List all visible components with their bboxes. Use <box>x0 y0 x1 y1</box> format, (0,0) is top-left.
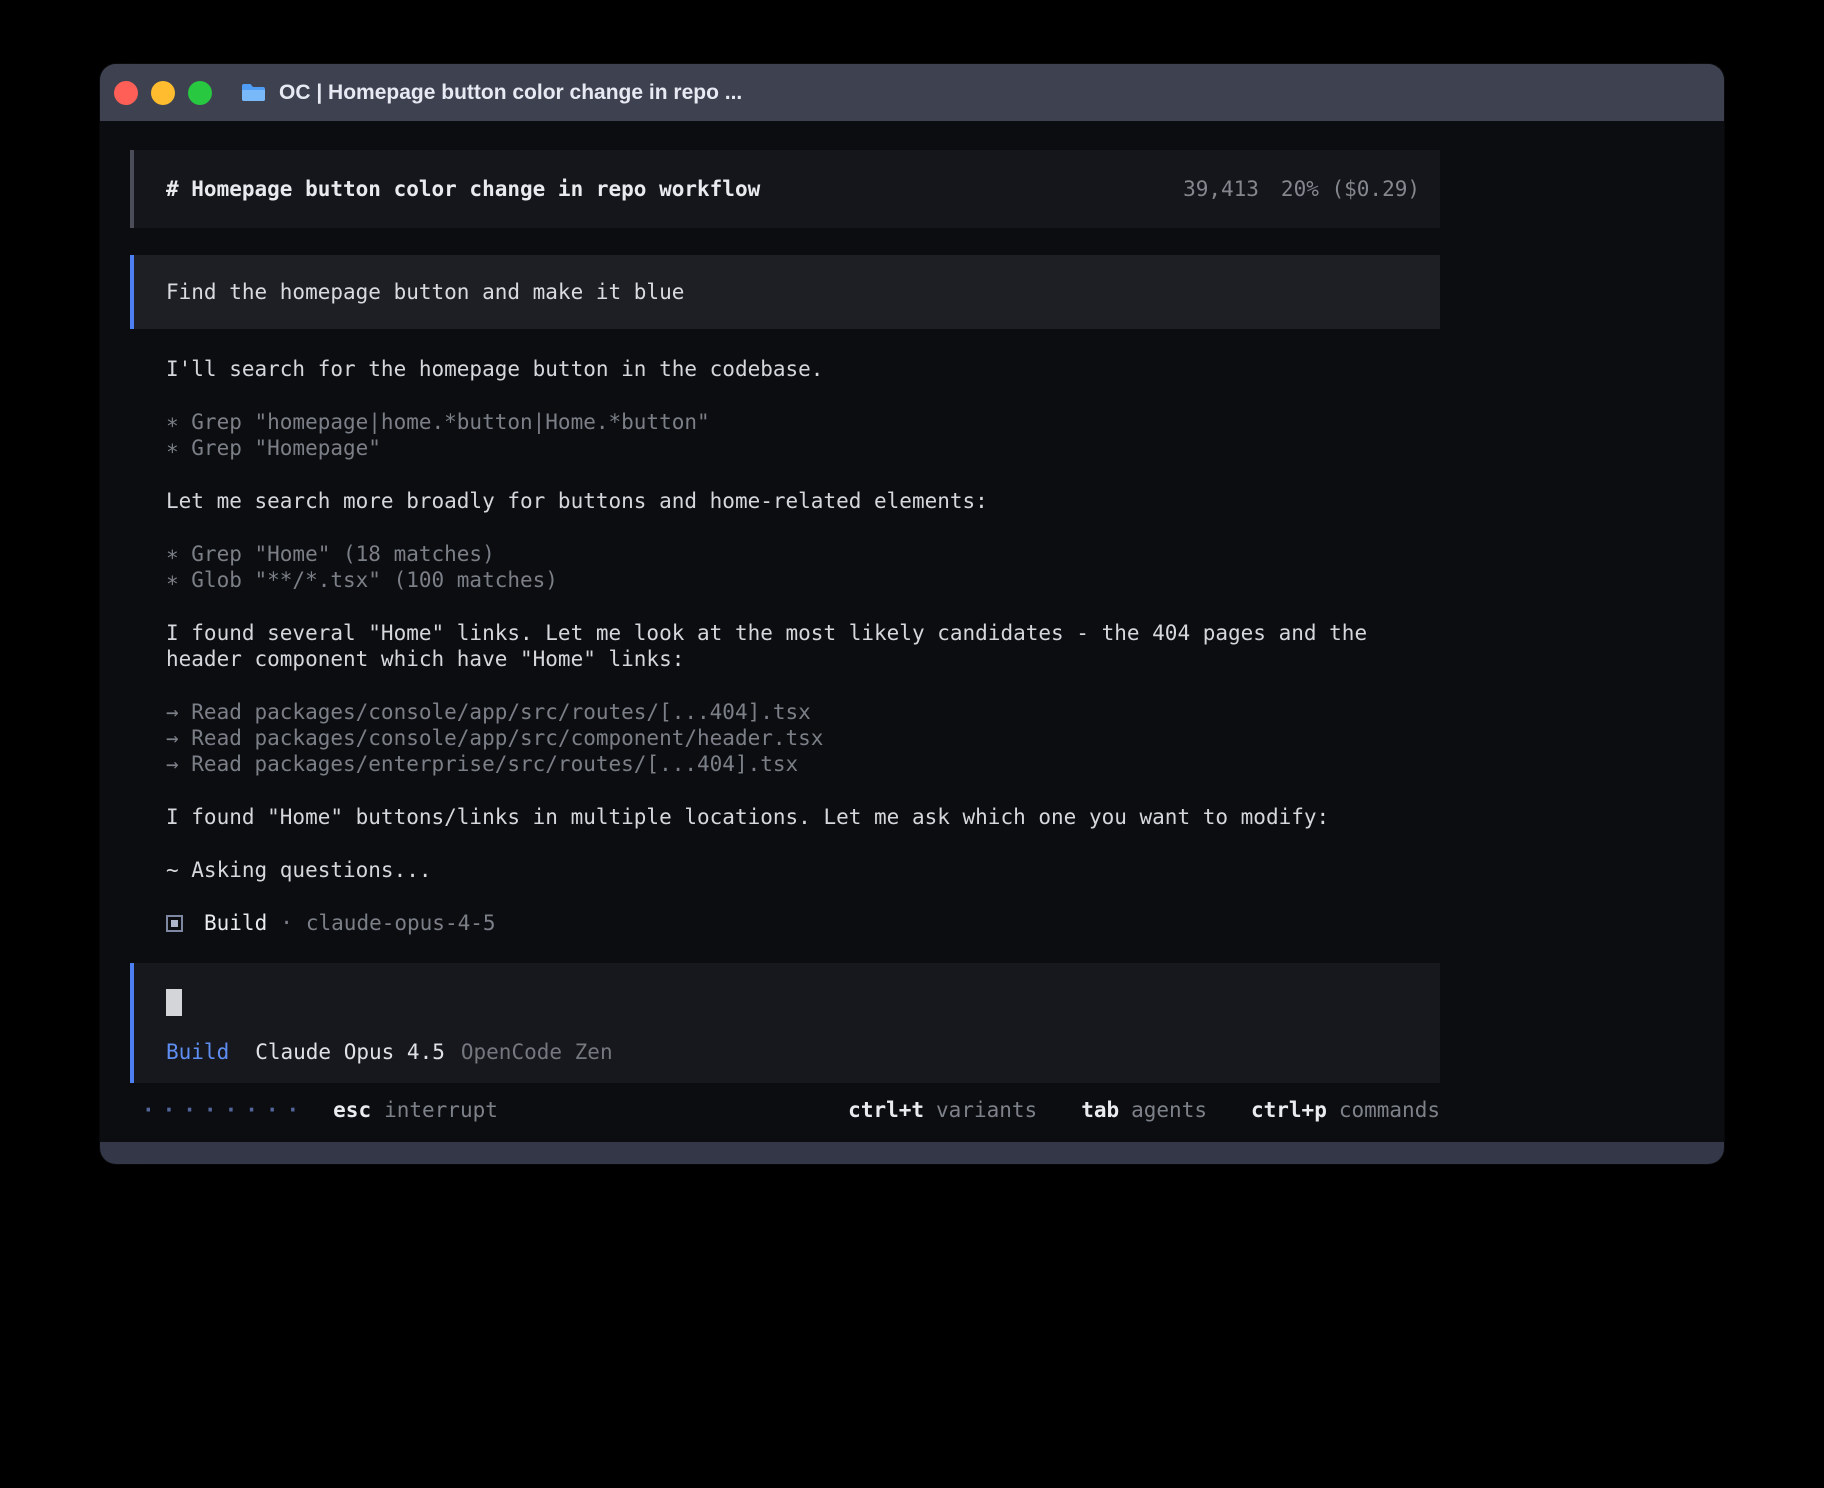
shortcut-label: commands <box>1339 1097 1440 1123</box>
window-title: OC | Homepage button color change in rep… <box>279 81 742 105</box>
close-button[interactable] <box>114 81 138 105</box>
assistant-message: Let me search more broadly for buttons a… <box>166 488 1404 514</box>
tool-call-line: → Read packages/enterprise/src/routes/[.… <box>166 751 1404 777</box>
interrupt-label: interrupt <box>384 1097 498 1123</box>
tool-call-line: → Read packages/console/app/src/componen… <box>166 725 1404 751</box>
context-usage: 20% ($0.29) <box>1281 176 1420 202</box>
tool-call-group: → Read packages/console/app/src/routes/[… <box>166 699 1404 777</box>
shortcut-key: ctrl+p <box>1251 1097 1327 1123</box>
assistant-message: I found "Home" buttons/links in multiple… <box>166 804 1404 830</box>
provider-label: OpenCode Zen <box>461 1039 613 1065</box>
session-title: # Homepage button color change in repo w… <box>166 176 760 202</box>
tool-call-line: ∗ Grep "Home" (18 matches) <box>166 541 1404 567</box>
shortcut-key: tab <box>1081 1097 1119 1123</box>
traffic-lights <box>114 81 212 105</box>
tool-call-line: ∗ Grep "homepage|home.*button|Home.*butt… <box>166 409 1404 435</box>
prompt-input[interactable]: Build Claude Opus 4.5 OpenCode Zen <box>130 963 1440 1083</box>
folder-icon <box>240 82 267 104</box>
shortcut-label: variants <box>936 1097 1037 1123</box>
token-count: 39,413 <box>1183 176 1259 202</box>
agent-status-line: Build · claude-opus-4-5 <box>166 910 1404 936</box>
tool-call-group: ∗ Grep "homepage|home.*button|Home.*butt… <box>166 409 1404 461</box>
agent-model: claude-opus-4-5 <box>306 910 496 936</box>
status-bar: ········ esc interrupt ctrl+t variants t… <box>130 1097 1440 1123</box>
tool-call-line: ∗ Glob "**/*.tsx" (100 matches) <box>166 567 1404 593</box>
spinner-dots: ········ <box>130 1097 307 1123</box>
terminal-window: OC | Homepage button color change in rep… <box>100 64 1724 1164</box>
session-header: # Homepage button color change in repo w… <box>130 150 1440 228</box>
session-stats: 39,413 20% ($0.29) <box>1183 176 1420 202</box>
agent-name: Build <box>204 910 267 936</box>
tool-call-line: → Read packages/console/app/src/routes/[… <box>166 699 1404 725</box>
shortcut-key: ctrl+t <box>848 1097 924 1123</box>
agent-icon <box>166 915 183 932</box>
esc-key-hint: esc <box>333 1097 371 1123</box>
model-label[interactable]: Claude Opus 4.5 <box>255 1039 445 1065</box>
agent-mode-label[interactable]: Build <box>166 1039 229 1065</box>
assistant-message: I'll search for the homepage button in t… <box>166 356 1404 382</box>
zoom-button[interactable] <box>188 81 212 105</box>
user-message-text: Find the homepage button and make it blu… <box>166 280 684 304</box>
assistant-message: I found several "Home" links. Let me loo… <box>166 620 1404 672</box>
terminal-content: # Homepage button color change in repo w… <box>100 121 1724 1142</box>
shortcut-agents: tab agents <box>1081 1097 1207 1123</box>
tool-call-line: ∗ Grep "Homepage" <box>166 435 1404 461</box>
minimize-button[interactable] <box>151 81 175 105</box>
window-titlebar[interactable]: OC | Homepage button color change in rep… <box>100 64 1724 121</box>
agent-separator: · <box>280 910 293 936</box>
transcript: I'll search for the homepage button in t… <box>130 356 1440 936</box>
shortcut-label: agents <box>1131 1097 1207 1123</box>
shortcut-commands: ctrl+p commands <box>1251 1097 1440 1123</box>
tool-call-group: ∗ Grep "Home" (18 matches) ∗ Glob "**/*.… <box>166 541 1404 593</box>
shortcut-hints: ctrl+t variants tab agents ctrl+p comman… <box>848 1097 1440 1123</box>
shortcut-variants: ctrl+t variants <box>848 1097 1037 1123</box>
text-cursor <box>166 989 182 1016</box>
input-footer: Build Claude Opus 4.5 OpenCode Zen <box>166 1039 1408 1065</box>
user-message: Find the homepage button and make it blu… <box>130 255 1440 329</box>
assistant-status: ~ Asking questions... <box>166 857 1404 883</box>
